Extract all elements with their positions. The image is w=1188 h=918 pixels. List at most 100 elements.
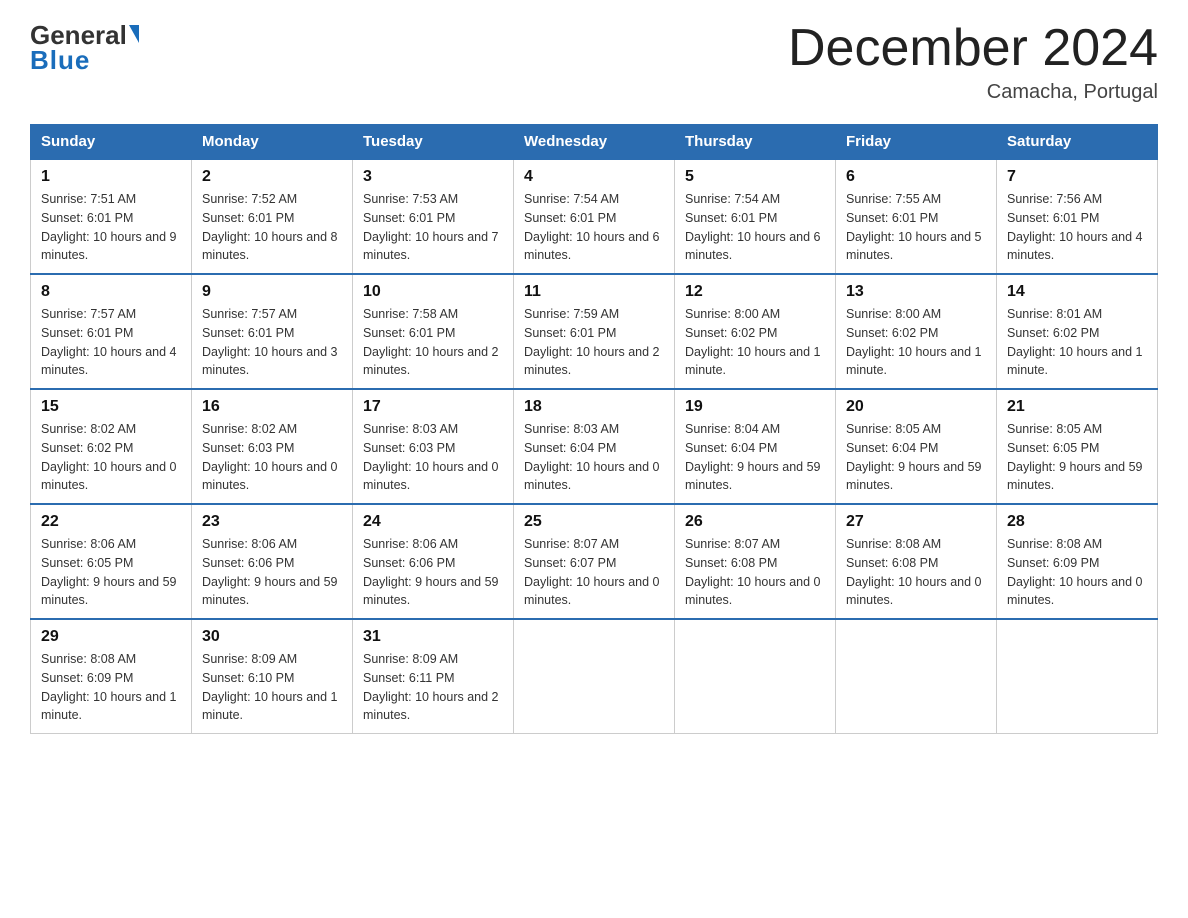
day-number: 18 bbox=[524, 398, 664, 416]
day-number: 8 bbox=[41, 283, 181, 301]
calendar-cell: 4 Sunrise: 7:54 AMSunset: 6:01 PMDaylight… bbox=[514, 159, 675, 274]
calendar-subtitle: Camacha, Portugal bbox=[788, 81, 1158, 104]
day-info: Sunrise: 8:03 AMSunset: 6:03 PMDaylight:… bbox=[363, 420, 503, 495]
day-number: 6 bbox=[846, 168, 986, 186]
day-info: Sunrise: 8:00 AMSunset: 6:02 PMDaylight:… bbox=[846, 305, 986, 380]
day-info: Sunrise: 8:06 AMSunset: 6:06 PMDaylight:… bbox=[363, 535, 503, 610]
calendar-cell: 22 Sunrise: 8:06 AMSunset: 6:05 PMDayligh… bbox=[31, 504, 192, 619]
calendar-week-row: 22 Sunrise: 8:06 AMSunset: 6:05 PMDayligh… bbox=[31, 504, 1158, 619]
day-info: Sunrise: 7:56 AMSunset: 6:01 PMDaylight:… bbox=[1007, 190, 1147, 265]
calendar-cell bbox=[675, 619, 836, 734]
calendar-cell: 5Sunrise: 7:54 AMSunset: 6:01 PMDaylight… bbox=[675, 159, 836, 274]
calendar-cell: 2 Sunrise: 7:52 AMSunset: 6:01 PMDaylight… bbox=[192, 159, 353, 274]
day-number: 4 bbox=[524, 168, 664, 186]
day-info: Sunrise: 7:53 AMSunset: 6:01 PMDaylight:… bbox=[363, 190, 503, 265]
calendar-cell: 25Sunrise: 8:07 AMSunset: 6:07 PMDayligh… bbox=[514, 504, 675, 619]
day-number: 3 bbox=[363, 168, 503, 186]
calendar-cell: 17 Sunrise: 8:03 AMSunset: 6:03 PMDayligh… bbox=[353, 389, 514, 504]
calendar-week-row: 8 Sunrise: 7:57 AMSunset: 6:01 PMDaylight… bbox=[31, 274, 1158, 389]
calendar-cell: 30 Sunrise: 8:09 AMSunset: 6:10 PMDayligh… bbox=[192, 619, 353, 734]
calendar-cell: 31 Sunrise: 8:09 AMSunset: 6:11 PMDayligh… bbox=[353, 619, 514, 734]
day-number: 13 bbox=[846, 283, 986, 301]
day-info: Sunrise: 7:57 AMSunset: 6:01 PMDaylight:… bbox=[41, 305, 181, 380]
logo-blue-text: Blue bbox=[30, 45, 90, 76]
day-number: 12 bbox=[685, 283, 825, 301]
day-info: Sunrise: 8:08 AMSunset: 6:09 PMDaylight:… bbox=[1007, 535, 1147, 610]
page-header: General Blue December 2024 Camacha, Port… bbox=[30, 20, 1158, 104]
day-info: Sunrise: 8:02 AMSunset: 6:02 PMDaylight:… bbox=[41, 420, 181, 495]
calendar-cell: 21 Sunrise: 8:05 AMSunset: 6:05 PMDayligh… bbox=[997, 389, 1158, 504]
header-friday: Friday bbox=[836, 125, 997, 160]
calendar-cell: 9 Sunrise: 7:57 AMSunset: 6:01 PMDaylight… bbox=[192, 274, 353, 389]
day-number: 29 bbox=[41, 628, 181, 646]
day-number: 21 bbox=[1007, 398, 1147, 416]
day-info: Sunrise: 8:03 AMSunset: 6:04 PMDaylight:… bbox=[524, 420, 664, 495]
day-info: Sunrise: 8:00 AMSunset: 6:02 PMDaylight:… bbox=[685, 305, 825, 380]
calendar-cell: 3 Sunrise: 7:53 AMSunset: 6:01 PMDaylight… bbox=[353, 159, 514, 274]
calendar-week-row: 15 Sunrise: 8:02 AMSunset: 6:02 PMDayligh… bbox=[31, 389, 1158, 504]
calendar-cell: 24 Sunrise: 8:06 AMSunset: 6:06 PMDayligh… bbox=[353, 504, 514, 619]
day-info: Sunrise: 8:08 AMSunset: 6:08 PMDaylight:… bbox=[846, 535, 986, 610]
day-info: Sunrise: 7:54 AMSunset: 6:01 PMDaylight:… bbox=[685, 190, 825, 265]
calendar-cell: 8 Sunrise: 7:57 AMSunset: 6:01 PMDaylight… bbox=[31, 274, 192, 389]
day-info: Sunrise: 8:09 AMSunset: 6:10 PMDaylight:… bbox=[202, 650, 342, 725]
day-info: Sunrise: 8:01 AMSunset: 6:02 PMDaylight:… bbox=[1007, 305, 1147, 380]
calendar-cell bbox=[836, 619, 997, 734]
day-info: Sunrise: 8:07 AMSunset: 6:07 PMDaylight:… bbox=[524, 535, 664, 610]
calendar-cell: 23 Sunrise: 8:06 AMSunset: 6:06 PMDayligh… bbox=[192, 504, 353, 619]
day-info: Sunrise: 7:52 AMSunset: 6:01 PMDaylight:… bbox=[202, 190, 342, 265]
day-info: Sunrise: 8:05 AMSunset: 6:04 PMDaylight:… bbox=[846, 420, 986, 495]
day-number: 24 bbox=[363, 513, 503, 531]
day-number: 1 bbox=[41, 168, 181, 186]
day-number: 11 bbox=[524, 283, 664, 301]
day-info: Sunrise: 8:09 AMSunset: 6:11 PMDaylight:… bbox=[363, 650, 503, 725]
calendar-cell bbox=[514, 619, 675, 734]
day-number: 23 bbox=[202, 513, 342, 531]
calendar-cell: 15 Sunrise: 8:02 AMSunset: 6:02 PMDayligh… bbox=[31, 389, 192, 504]
day-number: 17 bbox=[363, 398, 503, 416]
calendar-cell bbox=[997, 619, 1158, 734]
day-info: Sunrise: 7:57 AMSunset: 6:01 PMDaylight:… bbox=[202, 305, 342, 380]
day-info: Sunrise: 7:51 AMSunset: 6:01 PMDaylight:… bbox=[41, 190, 181, 265]
header-sunday: Sunday bbox=[31, 125, 192, 160]
calendar-cell: 10 Sunrise: 7:58 AMSunset: 6:01 PMDayligh… bbox=[353, 274, 514, 389]
day-info: Sunrise: 8:05 AMSunset: 6:05 PMDaylight:… bbox=[1007, 420, 1147, 495]
calendar-cell: 28Sunrise: 8:08 AMSunset: 6:09 PMDayligh… bbox=[997, 504, 1158, 619]
calendar-table: SundayMondayTuesdayWednesdayThursdayFrid… bbox=[30, 124, 1158, 734]
day-number: 30 bbox=[202, 628, 342, 646]
calendar-cell: 14Sunrise: 8:01 AMSunset: 6:02 PMDayligh… bbox=[997, 274, 1158, 389]
header-monday: Monday bbox=[192, 125, 353, 160]
day-info: Sunrise: 8:06 AMSunset: 6:05 PMDaylight:… bbox=[41, 535, 181, 610]
day-number: 16 bbox=[202, 398, 342, 416]
day-info: Sunrise: 7:55 AMSunset: 6:01 PMDaylight:… bbox=[846, 190, 986, 265]
day-info: Sunrise: 7:59 AMSunset: 6:01 PMDaylight:… bbox=[524, 305, 664, 380]
day-info: Sunrise: 8:08 AMSunset: 6:09 PMDaylight:… bbox=[41, 650, 181, 725]
calendar-week-row: 29 Sunrise: 8:08 AMSunset: 6:09 PMDayligh… bbox=[31, 619, 1158, 734]
calendar-cell: 7 Sunrise: 7:56 AMSunset: 6:01 PMDaylight… bbox=[997, 159, 1158, 274]
day-number: 20 bbox=[846, 398, 986, 416]
calendar-cell: 1 Sunrise: 7:51 AMSunset: 6:01 PMDaylight… bbox=[31, 159, 192, 274]
day-number: 22 bbox=[41, 513, 181, 531]
day-info: Sunrise: 7:58 AMSunset: 6:01 PMDaylight:… bbox=[363, 305, 503, 380]
calendar-cell: 20 Sunrise: 8:05 AMSunset: 6:04 PMDayligh… bbox=[836, 389, 997, 504]
day-number: 7 bbox=[1007, 168, 1147, 186]
day-number: 9 bbox=[202, 283, 342, 301]
calendar-body: 1 Sunrise: 7:51 AMSunset: 6:01 PMDaylight… bbox=[31, 159, 1158, 734]
calendar-week-row: 1 Sunrise: 7:51 AMSunset: 6:01 PMDaylight… bbox=[31, 159, 1158, 274]
day-number: 27 bbox=[846, 513, 986, 531]
day-info: Sunrise: 7:54 AMSunset: 6:01 PMDaylight:… bbox=[524, 190, 664, 265]
header-wednesday: Wednesday bbox=[514, 125, 675, 160]
day-number: 31 bbox=[363, 628, 503, 646]
calendar-cell: 6 Sunrise: 7:55 AMSunset: 6:01 PMDaylight… bbox=[836, 159, 997, 274]
day-number: 10 bbox=[363, 283, 503, 301]
title-block: December 2024 Camacha, Portugal bbox=[788, 20, 1158, 104]
calendar-cell: 29 Sunrise: 8:08 AMSunset: 6:09 PMDayligh… bbox=[31, 619, 192, 734]
header-row: SundayMondayTuesdayWednesdayThursdayFrid… bbox=[31, 125, 1158, 160]
day-number: 2 bbox=[202, 168, 342, 186]
day-info: Sunrise: 8:06 AMSunset: 6:06 PMDaylight:… bbox=[202, 535, 342, 610]
calendar-header: SundayMondayTuesdayWednesdayThursdayFrid… bbox=[31, 125, 1158, 160]
day-number: 15 bbox=[41, 398, 181, 416]
calendar-title: December 2024 bbox=[788, 20, 1158, 77]
calendar-cell: 27 Sunrise: 8:08 AMSunset: 6:08 PMDayligh… bbox=[836, 504, 997, 619]
header-thursday: Thursday bbox=[675, 125, 836, 160]
